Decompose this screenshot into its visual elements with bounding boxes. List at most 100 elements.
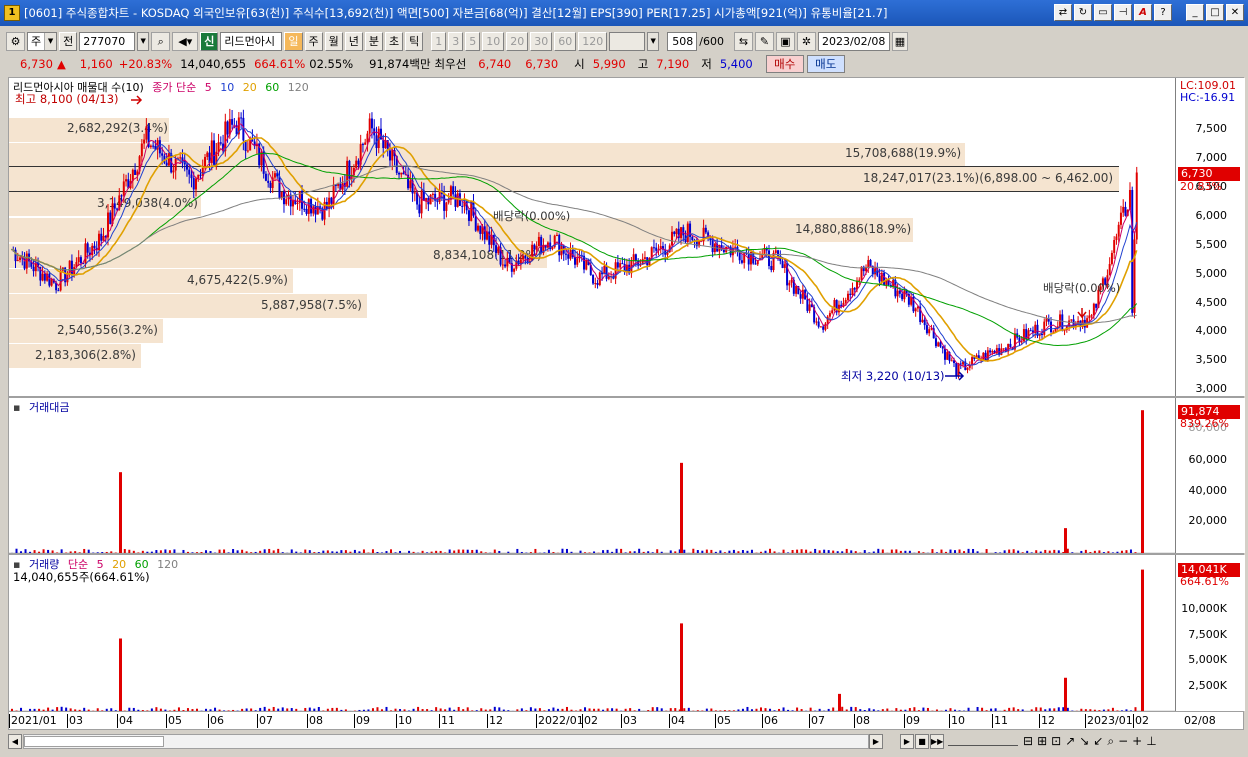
pin-icon[interactable]: ⊣ [1114, 4, 1132, 21]
volume-bar [146, 710, 149, 711]
candle-body [795, 286, 798, 294]
minute-unit-20[interactable]: 20 [506, 31, 529, 51]
candle-body [772, 252, 775, 271]
volume-bar [214, 707, 217, 711]
period-select[interactable]: 주 ▼ [27, 31, 58, 51]
volume-bar [471, 710, 474, 711]
minute-unit-3[interactable]: 3 [448, 31, 464, 51]
volume-bar [561, 708, 564, 711]
amount-bar [15, 548, 18, 553]
layout3-icon[interactable]: ⊡ [1051, 734, 1061, 748]
draw-icon[interactable]: ✎ [754, 31, 774, 51]
save-icon[interactable]: ▣ [775, 31, 795, 51]
vol-ma120-legend: 120 [157, 558, 179, 571]
scroll-left-icon[interactable]: ◀ [8, 733, 22, 749]
amount-bar [195, 552, 198, 553]
amount-bar [759, 551, 762, 553]
period-tab-day[interactable]: 일 [284, 31, 303, 51]
candle-body [161, 153, 164, 156]
minute-unit-120[interactable]: 120 [578, 31, 608, 51]
zoom-in-icon[interactable]: + [1132, 734, 1142, 748]
help-icon[interactable]: ? [1154, 4, 1172, 21]
settings-icon[interactable]: ⚙ [6, 31, 25, 51]
amount-bar [642, 551, 645, 553]
candle-body [740, 260, 743, 263]
font-icon[interactable]: A [1134, 4, 1152, 21]
candle-body [467, 210, 470, 221]
candle-body [959, 363, 962, 365]
date-input[interactable]: 2023/02/08 [817, 31, 890, 51]
count-input[interactable]: 508 [667, 31, 698, 51]
volume-tick: 7,500K [1188, 628, 1227, 641]
close-button[interactable]: ✕ [1226, 4, 1244, 21]
candle-body [781, 261, 784, 268]
minute-unit-1[interactable]: 1 [431, 31, 447, 51]
layout-icon[interactable]: ⊟ [1023, 734, 1033, 748]
stock-code-input[interactable]: 277070 [79, 31, 136, 51]
candle-body [824, 323, 827, 330]
scroll-right-icon[interactable]: ▶ [869, 733, 883, 749]
custom-unit-input[interactable] [609, 31, 646, 51]
period-tab-month[interactable]: 월 [324, 31, 343, 51]
candle-body [431, 193, 434, 195]
trend-tool-icon[interactable]: ↘ [1079, 734, 1089, 748]
period-tab-second[interactable]: 초 [385, 31, 404, 51]
amount-bar [87, 549, 90, 553]
candle-body [883, 272, 886, 285]
link-icon[interactable]: ⇄ [1054, 4, 1072, 21]
volume-plot[interactable]: ▪ 거래량 단순 5 20 60 120 14,040,655주(664.61%… [9, 555, 1175, 711]
candle-body [1045, 318, 1048, 322]
candle-body [815, 321, 818, 323]
price-plot[interactable]: 2,682,292(3.4%) 15,708,688(19.9%) 18,247… [9, 78, 1175, 396]
play-icon[interactable]: ▶ [900, 733, 914, 749]
window-icon[interactable]: ▭ [1094, 4, 1112, 21]
code-dropdown-icon[interactable]: ▼ [137, 31, 150, 51]
calendar-icon[interactable]: ▦ [891, 31, 908, 51]
line-tool-icon[interactable]: ↗ [1065, 734, 1075, 748]
price-chart-panel[interactable]: 2,682,292(3.4%) 15,708,688(19.9%) 18,247… [8, 77, 1245, 397]
arrows-icon[interactable]: ⇆ [733, 31, 753, 51]
zoom-slider[interactable] [948, 736, 1018, 746]
refresh-icon[interactable]: ↻ [1074, 4, 1092, 21]
sell-button[interactable]: 매도 [806, 55, 845, 73]
zoom-out-icon[interactable]: − [1118, 734, 1128, 748]
layout2-icon[interactable]: ⊞ [1037, 734, 1047, 748]
unit-dropdown-icon[interactable]: ▼ [647, 31, 660, 51]
buy-button[interactable]: 매수 [765, 55, 804, 73]
speaker-icon[interactable]: ◀▾ [172, 31, 199, 51]
scroll-track[interactable] [23, 733, 869, 749]
period-tab-year[interactable]: 년 [344, 31, 363, 51]
minute-unit-5[interactable]: 5 [465, 31, 481, 51]
minimize-button[interactable]: _ [1186, 4, 1204, 21]
period-tab-week[interactable]: 주 [304, 31, 323, 51]
volume-chart-panel[interactable]: ▪ 거래량 단순 5 20 60 120 14,040,655주(664.61%… [8, 554, 1245, 712]
scroll-thumb[interactable] [24, 735, 164, 747]
new-badge: 신 [200, 31, 219, 51]
amount-bar [399, 550, 402, 553]
price-change-pct: +20.83% [118, 57, 173, 71]
amount-chart-panel[interactable]: ▪ 거래대금 80,000 60,000 40,000 20,000 91,87… [8, 397, 1245, 554]
config-icon[interactable]: ✲ [796, 31, 816, 51]
stop-icon[interactable]: ■ [915, 733, 929, 749]
minute-unit-30[interactable]: 30 [530, 31, 553, 51]
volume-bar [723, 710, 726, 711]
amount-bar [1026, 550, 1029, 553]
magnify-icon[interactable]: ⌕ [1107, 734, 1114, 749]
amount-bar [890, 549, 893, 553]
maximize-button[interactable]: □ [1206, 4, 1224, 21]
fast-forward-icon[interactable]: ▶▶ [930, 733, 944, 749]
angle-tool-icon[interactable]: ↙ [1093, 734, 1103, 748]
period-tab-minute[interactable]: 분 [364, 31, 383, 51]
amount-plot[interactable]: ▪ 거래대금 [9, 398, 1175, 553]
minute-unit-10[interactable]: 10 [482, 31, 505, 51]
search-icon[interactable]: ⌕ [151, 31, 171, 51]
period-tab-tick[interactable]: 틱 [405, 31, 424, 51]
prev-button[interactable]: 전 [59, 31, 78, 51]
fit-icon[interactable]: ⊥ [1146, 734, 1156, 748]
candle-body [231, 119, 234, 125]
candle-body [495, 245, 498, 254]
minute-unit-60[interactable]: 60 [554, 31, 577, 51]
date-tick: 2021/01 [9, 714, 57, 728]
amount-bar [854, 551, 857, 553]
date-tick: 12 [1039, 714, 1055, 728]
